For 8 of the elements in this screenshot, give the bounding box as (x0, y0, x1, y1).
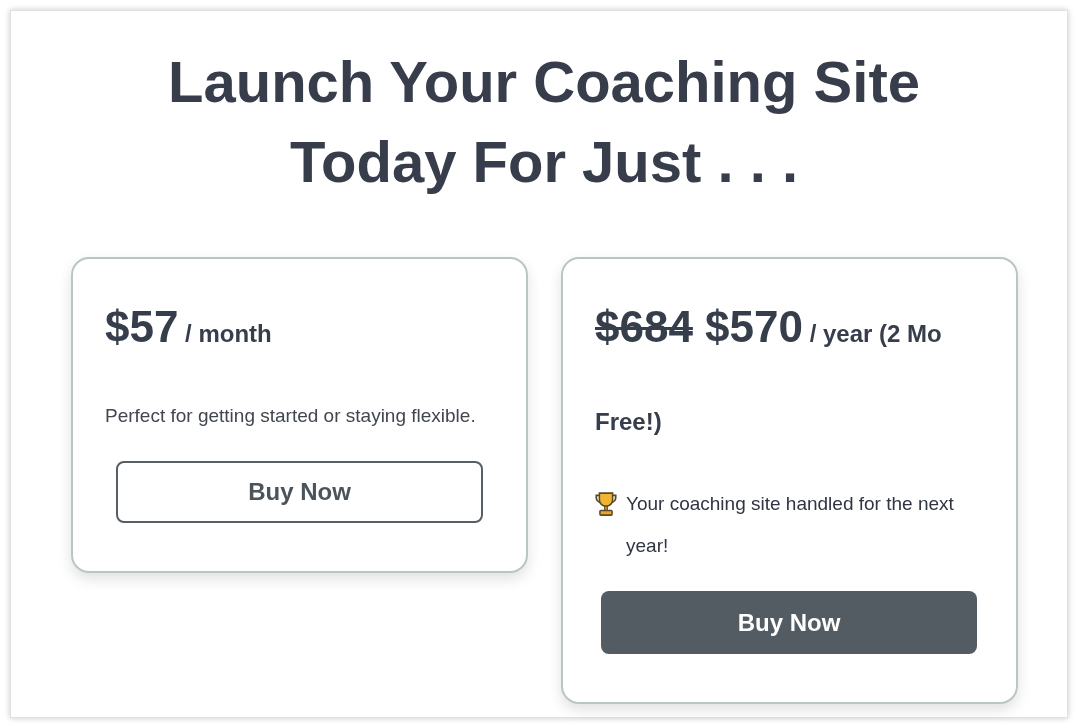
trophy-icon (595, 492, 617, 516)
page-title: Launch Your Coaching Site Today For Just . . . (167, 48, 921, 196)
buy-now-button[interactable]: Buy Now (116, 461, 483, 523)
price-heading: $684 $570/ year (2 Mo Free!) (595, 301, 943, 437)
price-heading: $57/ month (105, 301, 273, 353)
plan-description: Your coaching site handled for the next year! (626, 492, 955, 558)
plan-description: Perfect for getting started or staying flexible. (105, 404, 476, 428)
buy-now-button[interactable]: Buy Now (601, 591, 977, 654)
